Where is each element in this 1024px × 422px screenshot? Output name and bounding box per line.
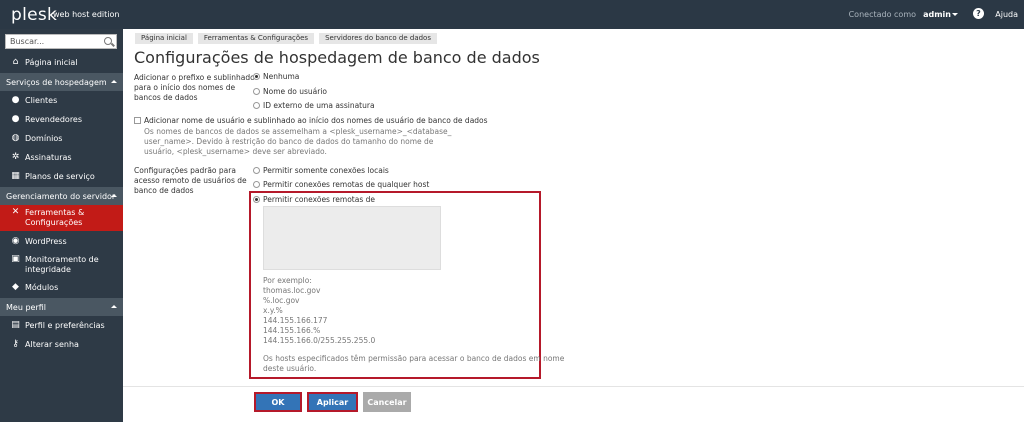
plesk-logo[interactable]: plesk (11, 5, 57, 25)
main-content: Página inicial Ferramentas & Configuraçõ… (123, 29, 1024, 422)
hosts-hint: Os hosts especificados têm permissão par… (263, 354, 565, 373)
home-icon: ⌂ (12, 57, 19, 67)
remote-option-local-only[interactable]: Permitir somente conexões locais (263, 166, 389, 175)
hosts-examples: Por exemplo: thomas.loc.gov %.loc.gov x.… (263, 276, 376, 345)
sidebar-item-service-plans[interactable]: ▦ Planos de serviço (0, 171, 123, 185)
sidebar-item-subscriptions[interactable]: ✲ Assinaturas (0, 152, 123, 166)
breadcrumb-tools[interactable]: Ferramentas & Configurações (197, 33, 315, 44)
remote-radio-from-hosts[interactable] (253, 196, 260, 203)
prefix-option-none[interactable]: Nenhuma (263, 72, 299, 81)
username-prefix-label[interactable]: Adicionar nome de usuário e sublinhado a… (144, 116, 488, 125)
remote-option-from-hosts[interactable]: Permitir conexões remotas de (263, 195, 375, 204)
remote-option-any-host[interactable]: Permitir conexões remotas de qualquer ho… (263, 180, 429, 189)
prefix-radio-external-id[interactable] (253, 102, 260, 109)
user-icon: ● (11, 95, 20, 105)
sidebar-item-wordpress[interactable]: ◉ WordPress (0, 236, 123, 250)
search-placeholder: Buscar... (10, 37, 45, 46)
prefix-field-label: Adicionar o prefixo e sublinhado para o … (134, 73, 255, 102)
prefix-radio-none[interactable] (253, 73, 260, 80)
breadcrumb-db-servers[interactable]: Servidores do banco de dados (319, 33, 437, 44)
section-my-profile[interactable]: Meu perfil (0, 298, 123, 316)
remote-access-label: Configurações padrão para acesso remoto … (134, 166, 247, 195)
breadcrumb: Página inicial Ferramentas & Configuraçõ… (135, 33, 442, 44)
username-prefix-hint: Os nomes de bancos de dados se assemelha… (144, 127, 452, 156)
globe-icon: ◍ (11, 133, 20, 143)
breadcrumb-home[interactable]: Página inicial (135, 33, 193, 44)
monitor-icon: ▣ (11, 254, 20, 264)
chevron-down-icon[interactable] (952, 13, 958, 16)
profile-icon: ▤ (11, 320, 20, 330)
sidebar-item-home[interactable]: ⌂ Página inicial (0, 57, 123, 71)
cancel-button[interactable]: Cancelar (363, 392, 411, 412)
sidebar-item-resellers[interactable]: ● Revendedores (0, 114, 123, 128)
connected-as-label: Conectado como (848, 10, 916, 19)
prefix-radio-username[interactable] (253, 88, 260, 95)
sidebar-item-profile-preferences[interactable]: ▤ Perfil e preferências (0, 320, 123, 334)
page-title: Configurações de hospedagem de banco de … (134, 48, 540, 67)
sidebar-item-modules[interactable]: ◆ Módulos (0, 282, 123, 296)
cube-icon: ◆ (12, 282, 19, 292)
key-icon: ⚷ (12, 339, 19, 349)
edition-label: web host edition (53, 10, 120, 19)
sidebar-item-change-password[interactable]: ⚷ Alterar senha (0, 339, 123, 353)
allowed-hosts-textarea[interactable] (263, 206, 441, 270)
tools-icon: ✕ (11, 207, 20, 217)
form-divider (123, 386, 1024, 387)
ok-button[interactable]: OK (254, 392, 302, 412)
gear-icon: ✲ (11, 152, 20, 162)
username-prefix-checkbox[interactable] (134, 117, 141, 124)
grid-icon: ▦ (11, 171, 20, 181)
chevron-up-icon (111, 80, 117, 83)
users-icon: ● (11, 114, 20, 124)
sidebar: Buscar... ⌂ Página inicial Serviços de h… (0, 29, 123, 422)
help-link[interactable]: Ajuda (995, 10, 1018, 19)
chevron-up-icon (111, 194, 117, 197)
sidebar-item-domains[interactable]: ◍ Domínios (0, 133, 123, 147)
sidebar-item-clients[interactable]: ● Clientes (0, 95, 123, 109)
help-icon[interactable]: ? (973, 8, 984, 19)
wordpress-icon: ◉ (11, 236, 20, 246)
remote-radio-any-host[interactable] (253, 181, 260, 188)
sidebar-item-health-monitoring[interactable]: ▣ Monitoramento de integridade (0, 254, 123, 278)
user-menu[interactable]: admin (923, 10, 951, 19)
apply-button[interactable]: Aplicar (307, 392, 358, 412)
prefix-option-username[interactable]: Nome do usuário (263, 87, 327, 96)
section-hosting-services[interactable]: Serviços de hospedagem (0, 73, 123, 91)
remote-radio-local-only[interactable] (253, 167, 260, 174)
search-icon[interactable] (104, 37, 112, 45)
top-bar: plesk web host edition Conectado como ad… (0, 0, 1024, 29)
prefix-option-external-id[interactable]: ID externo de uma assinatura (263, 101, 375, 110)
sidebar-item-tools-settings[interactable]: ✕ Ferramentas & Configurações (0, 205, 123, 231)
search-input[interactable]: Buscar... (5, 34, 117, 49)
section-server-management[interactable]: Gerenciamento do servidor (0, 187, 123, 205)
chevron-up-icon (111, 305, 117, 308)
